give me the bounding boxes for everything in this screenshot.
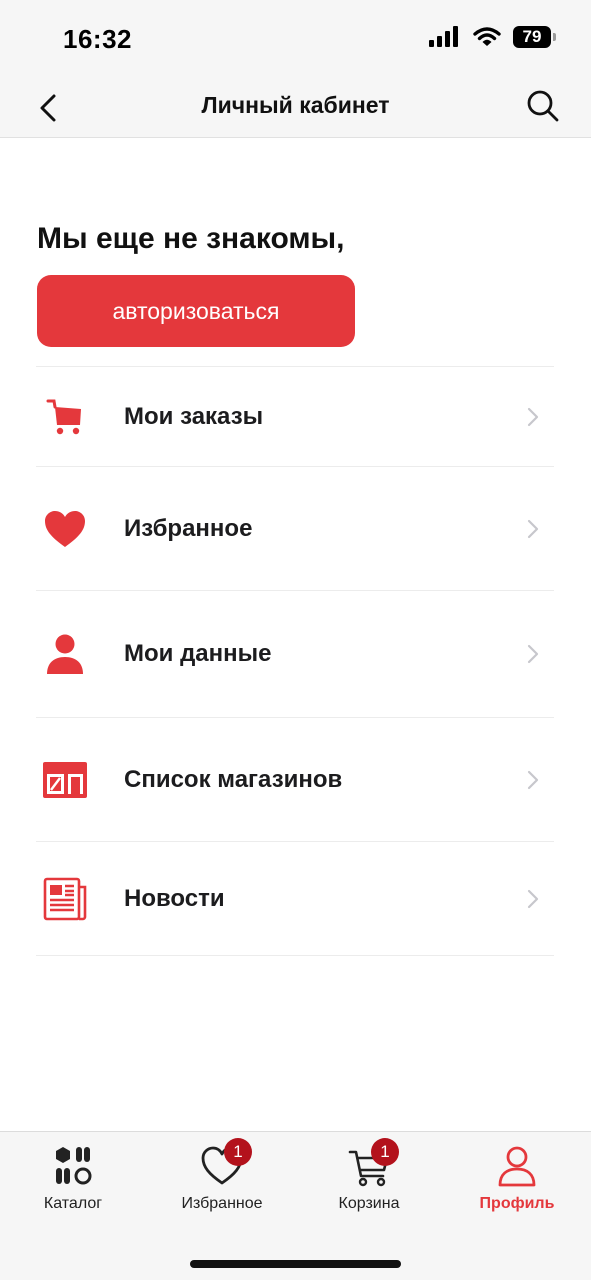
menu-item-favorites[interactable]: Избранное [36, 467, 554, 591]
tab-profile[interactable]: Профиль [452, 1132, 582, 1232]
status-time: 16:32 [63, 24, 132, 54]
chevron-right-icon [527, 519, 539, 538]
menu-item-label: Список магазинов [124, 765, 343, 793]
tab-cart[interactable]: 1 Корзина [304, 1132, 434, 1232]
menu-item-orders[interactable]: Мои заказы [36, 367, 554, 467]
profile-icon [498, 1146, 536, 1187]
page-title: Личный кабинет [201, 92, 390, 118]
tab-label: Каталог [43, 1195, 103, 1212]
menu-item-label: Мои данные [124, 640, 272, 667]
menu-item-label: Избранное [124, 514, 253, 542]
menu-item-my-data[interactable]: Мои данные [36, 591, 554, 718]
menu-item-stores[interactable]: Список магазинов [36, 718, 554, 842]
tab-label: Профиль [479, 1195, 555, 1212]
wifi-icon [473, 27, 501, 46]
signal-icon [429, 26, 458, 47]
status-bar: 16:32 79 [0, 0, 591, 78]
navigation-bar: Личный кабинет [0, 78, 591, 138]
bottom-tab-bar: Каталог 1 Избранное 1 Корзина Профиль [0, 1131, 591, 1280]
chevron-right-icon [527, 889, 539, 908]
newspaper-icon [42, 876, 88, 922]
menu-item-label: Новости [124, 884, 225, 912]
store-icon [42, 757, 88, 803]
menu-item-news[interactable]: Новости [36, 842, 554, 956]
catalog-icon [56, 1147, 92, 1185]
tab-label: Избранное [181, 1195, 263, 1212]
cart-count-badge: 1 [371, 1138, 399, 1166]
heart-icon [42, 506, 88, 552]
chevron-right-icon [527, 770, 539, 789]
tab-label: Корзина [338, 1195, 400, 1212]
tab-catalog[interactable]: Каталог [8, 1132, 138, 1232]
greeting-heading: Мы еще не знакомы, [37, 222, 345, 255]
home-indicator [190, 1260, 401, 1268]
status-indicators: 79 [429, 26, 556, 48]
tab-favorites[interactable]: 1 Избранное [157, 1132, 287, 1232]
profile-menu: Мои заказы Избранное Мои данные Список м… [36, 366, 554, 956]
authorize-button[interactable]: авторизоваться [37, 275, 355, 347]
favorites-count-badge: 1 [224, 1138, 252, 1166]
battery-indicator: 79 [513, 26, 556, 48]
chevron-right-icon [527, 407, 539, 426]
user-icon [42, 631, 88, 677]
search-icon[interactable] [525, 88, 561, 124]
chevron-right-icon [527, 644, 539, 664]
cart-icon [42, 394, 88, 440]
menu-item-label: Мои заказы [124, 402, 264, 430]
